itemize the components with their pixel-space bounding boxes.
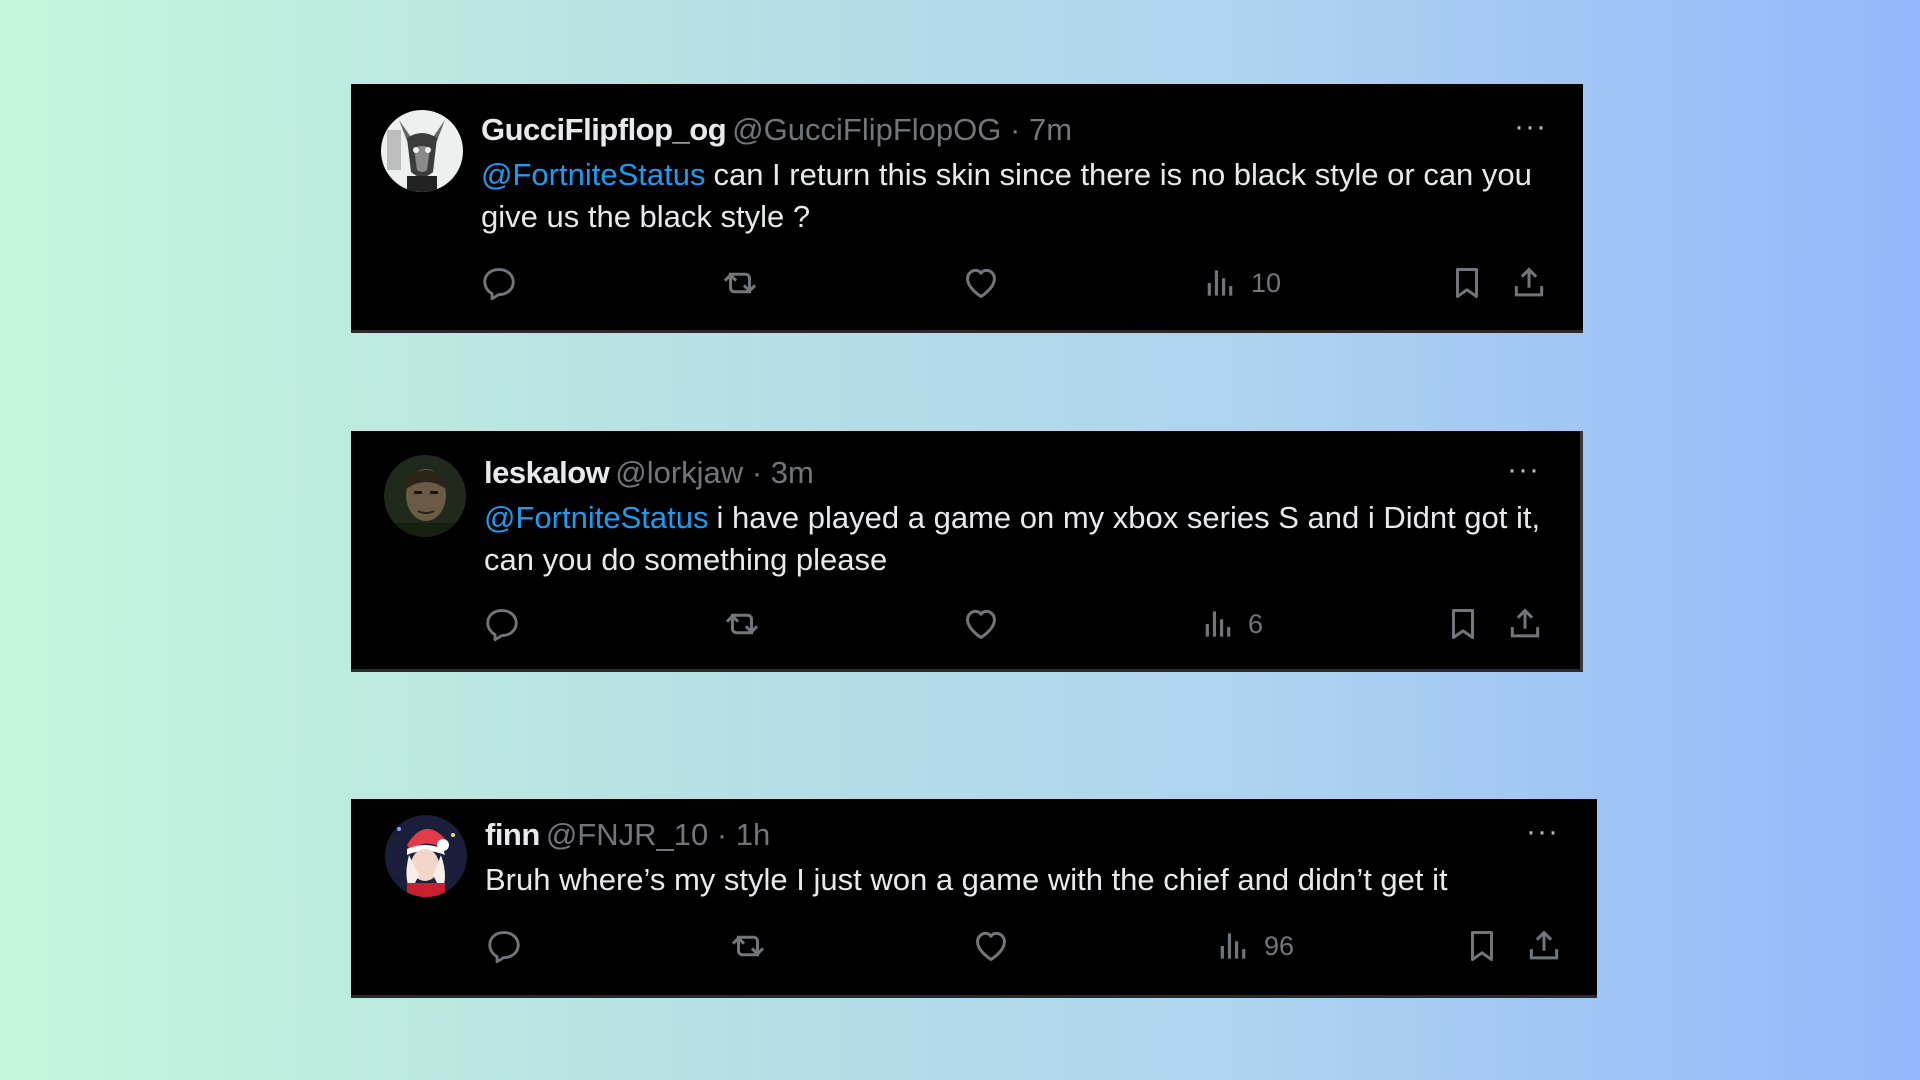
mention-link[interactable]: @FortniteStatus [481, 157, 705, 192]
retweet-icon[interactable] [721, 264, 759, 302]
share-icon[interactable] [1506, 605, 1544, 643]
bookmark-icon[interactable] [1444, 605, 1482, 643]
tweet-text: @FortniteStatus can I return this skin si… [481, 154, 1541, 238]
separator: · [751, 455, 763, 490]
more-options-icon[interactable]: ··· [1507, 455, 1540, 485]
reply-icon[interactable] [485, 927, 523, 965]
timestamp[interactable]: 1h [736, 817, 770, 852]
user-handle[interactable]: @lorkjaw [615, 455, 743, 490]
more-options-icon[interactable]: ··· [1514, 112, 1547, 142]
timestamp[interactable]: 7m [1029, 112, 1072, 147]
more-options-icon[interactable]: ··· [1526, 817, 1559, 847]
user-avatar[interactable] [384, 455, 466, 537]
display-name[interactable]: finn [485, 817, 540, 852]
display-name[interactable]: GucciFlipflop_og [481, 112, 727, 147]
bookmark-icon[interactable] [1448, 264, 1486, 302]
user-handle[interactable]: @GucciFlipFlopOG [732, 112, 1001, 147]
tweet-text: @FortniteStatus i have played a game on m… [484, 497, 1564, 581]
reply-icon[interactable] [480, 264, 518, 302]
bookmark-icon[interactable] [1463, 927, 1501, 965]
share-icon[interactable] [1510, 264, 1548, 302]
tweet-body-text: Bruh where’s my style I just won a game … [485, 862, 1448, 897]
user-handle[interactable]: @FNJR_10 [546, 817, 708, 852]
tweet-text: Bruh where’s my style I just won a game … [485, 859, 1565, 901]
separator: · [1010, 112, 1021, 147]
tweet-header: GucciFlipflop_og @GucciFlipFlopOG · 7m [481, 112, 1072, 148]
views-count: 6 [1248, 609, 1264, 639]
views-icon[interactable] [1203, 264, 1241, 302]
like-icon[interactable] [972, 927, 1010, 965]
retweet-icon[interactable] [723, 605, 761, 643]
display-name[interactable]: leskalow [484, 455, 610, 490]
tweet-card[interactable]: GucciFlipflop_og @GucciFlipFlopOG · 7m ··… [351, 84, 1583, 333]
user-avatar[interactable] [381, 110, 463, 192]
timestamp[interactable]: 3m [771, 455, 814, 490]
separator: · [716, 817, 728, 852]
retweet-icon[interactable] [729, 927, 767, 965]
tweet-header: finn @FNJR_10 · 1h [485, 817, 770, 853]
views-icon[interactable] [1216, 927, 1254, 965]
tweet-header: leskalow @lorkjaw · 3m [484, 455, 814, 491]
views-count: 96 [1264, 931, 1295, 961]
share-icon[interactable] [1525, 927, 1563, 965]
views-icon[interactable] [1201, 605, 1239, 643]
reply-icon[interactable] [483, 605, 521, 643]
user-avatar[interactable] [385, 815, 467, 897]
tweet-card[interactable]: leskalow @lorkjaw · 3m ··· @FortniteStatu… [351, 431, 1583, 672]
like-icon[interactable] [962, 264, 1000, 302]
mention-link[interactable]: @FortniteStatus [484, 500, 708, 535]
tweet-card[interactable]: finn @FNJR_10 · 1h ··· Bruh where’s my st… [351, 799, 1597, 998]
like-icon[interactable] [962, 605, 1000, 643]
views-count: 10 [1251, 268, 1282, 298]
